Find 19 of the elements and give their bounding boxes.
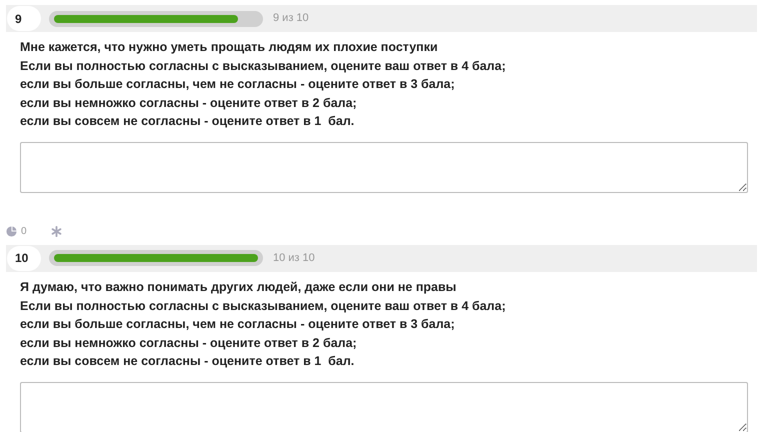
question-text-line: если вы совсем не согласны - оцените ответ в 1 бал. [20, 113, 356, 130]
question-text-line: если вы немножко согласны - оцените ответ в 2 бала; [20, 94, 358, 112]
comment-count: 0 [21, 225, 27, 240]
question-text-line: если вы больше согласны, чем не согласны - оцените ответ в 3 бала; [20, 316, 456, 334]
answer-field[interactable] [20, 382, 748, 432]
progress-label: 10 из 10 [273, 251, 315, 266]
question-text-line: Мне кажется, что нужно уметь прощать людям их плохие поступки [20, 39, 439, 56]
question-text-line: Я думаю, что важно понимать других людей, даже если они не правы [20, 278, 458, 296]
pie-chart-icon[interactable] [6, 226, 17, 238]
question-text-line: если вы совсем не согласны - оцените ответ в 1 бал. [20, 353, 356, 370]
answer-field[interactable] [20, 142, 748, 193]
question-number: 9 [7, 6, 41, 31]
asterisk-icon[interactable] [50, 226, 62, 238]
question-text-line: если вы больше согласны, чем не согласны - оцените ответ в 3 бала; [20, 76, 456, 94]
question-text-line: Если вы полностью согласны с высказыванием, оцените ваш ответ в 4 бала; [20, 298, 507, 315]
question-text-line: если вы немножко согласны - оцените ответ в 2 бала; [20, 334, 358, 352]
question-number: 10 [7, 246, 41, 271]
progress-label: 9 из 10 [273, 11, 309, 26]
question-text-line: Если вы полностью согласны с высказыванием, оцените ваш ответ в 4 бала; [20, 58, 507, 75]
